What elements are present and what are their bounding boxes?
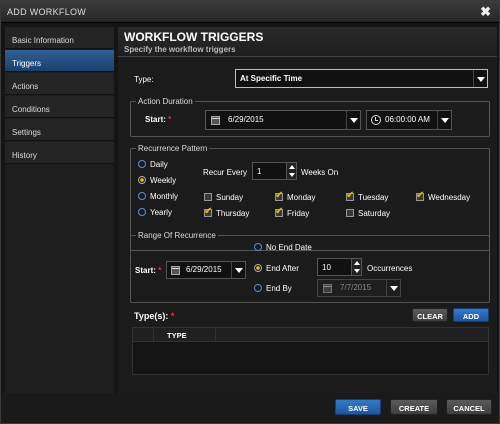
radio-weekly-label: Weekly: [150, 176, 177, 185]
radio-monthly[interactable]: [138, 192, 146, 200]
radio-no-end-date-label: No End Date: [266, 243, 312, 252]
sidebar-item-conditions[interactable]: Conditions: [5, 96, 114, 118]
type-label: Type:: [134, 75, 154, 84]
checkbox-saturday[interactable]: [346, 209, 354, 217]
panel-header: WORKFLOW TRIGGERS Specify the workflow t…: [118, 27, 497, 57]
checkbox-tuesday-label: Tuesday: [358, 193, 389, 202]
checkbox-monday-label: Monday: [287, 193, 316, 202]
dialog-footer: SAVE CREATE CANCEL: [1, 393, 499, 423]
radio-end-by-label: End By: [266, 284, 292, 293]
radio-no-end-date[interactable]: [254, 243, 262, 251]
action-duration-group: Action Duration Start: * 6/29/2015 06:00…: [130, 97, 490, 137]
chevron-down-icon: [386, 280, 400, 296]
calendar-icon: [211, 116, 220, 125]
checkbox-friday-label: Friday: [287, 209, 310, 218]
dialog-title: ADD WORKFLOW: [7, 7, 87, 17]
end-by-date-value: 7/7/2015: [340, 283, 372, 292]
checkbox-friday[interactable]: [275, 206, 283, 217]
start-time-value: 06:00:00 AM: [385, 115, 430, 124]
sidebar: Basic Information Triggers Actions Condi…: [5, 27, 114, 393]
start-time-picker[interactable]: 06:00:00 AM: [366, 110, 452, 130]
occurrences-label: Occurrences: [367, 264, 413, 273]
triggers-panel: WORKFLOW TRIGGERS Specify the workflow t…: [118, 27, 497, 393]
recurrence-legend: Recurrence Pattern: [136, 144, 210, 153]
recur-every-value: 1: [257, 167, 262, 176]
increment-icon[interactable]: [286, 163, 296, 171]
radio-yearly-label: Yearly: [150, 208, 172, 217]
calendar-icon: [171, 266, 180, 275]
sidebar-item-triggers[interactable]: Triggers: [5, 50, 114, 72]
action-duration-legend: Action Duration: [136, 97, 195, 106]
sidebar-item-actions[interactable]: Actions: [5, 73, 114, 95]
close-icon[interactable]: ✖: [480, 4, 491, 20]
chevron-down-icon: [437, 111, 451, 129]
checkbox-tuesday[interactable]: [346, 190, 354, 201]
checkbox-sunday[interactable]: [204, 193, 212, 201]
types-label: Type(s): *: [134, 311, 175, 321]
sidebar-item-label: Settings: [12, 128, 41, 137]
type-select-value: At Specific Time: [240, 74, 303, 83]
radio-end-after-label: End After: [266, 264, 299, 273]
clock-icon: [371, 115, 381, 125]
checkbox-wednesday[interactable]: [416, 190, 424, 201]
sidebar-item-label: Triggers: [12, 59, 42, 68]
increment-icon[interactable]: [351, 259, 361, 267]
cancel-button[interactable]: CANCEL: [446, 399, 492, 415]
sidebar-item-label: Basic Information: [12, 36, 74, 45]
page-title: WORKFLOW TRIGGERS: [124, 30, 264, 44]
page-subtitle: Specify the workflow triggers: [124, 45, 236, 54]
sidebar-item-history[interactable]: History: [5, 142, 114, 164]
range-of-recurrence-group: Range Of Recurrence Start: * 6/29/2015 N…: [130, 231, 490, 303]
column-divider: [153, 328, 154, 342]
checkbox-saturday-label: Saturday: [358, 209, 391, 218]
recur-every-label: Recur Every: [203, 168, 248, 177]
save-button[interactable]: SAVE: [335, 399, 381, 415]
radio-end-by[interactable]: [254, 284, 262, 292]
radio-weekly[interactable]: [138, 176, 146, 184]
column-divider: [215, 328, 216, 342]
calendar-icon: [323, 284, 332, 293]
checkbox-monday[interactable]: [275, 190, 283, 201]
sidebar-item-label: History: [12, 151, 37, 160]
radio-end-after[interactable]: [254, 264, 262, 272]
type-select[interactable]: At Specific Time: [235, 69, 488, 88]
checkbox-wednesday-label: Wednesday: [428, 193, 471, 202]
range-legend: Range Of Recurrence: [136, 231, 218, 240]
dialog-titlebar: ADD WORKFLOW ✖: [1, 1, 499, 23]
clear-button[interactable]: CLEAR: [412, 308, 448, 322]
chevron-down-icon: [346, 111, 360, 129]
add-type-button[interactable]: ADD: [453, 308, 489, 322]
start-date-picker[interactable]: 6/29/2015: [205, 110, 361, 130]
types-table: TYPE: [132, 327, 489, 375]
chevron-down-icon: [473, 70, 487, 87]
weeks-on-label: Weeks On: [301, 168, 339, 177]
start-label: Start: *: [145, 115, 172, 124]
checkbox-sunday-label: Sunday: [216, 193, 244, 202]
end-by-date-picker[interactable]: 7/7/2015: [317, 279, 401, 297]
radio-monthly-label: Monthly: [150, 192, 179, 201]
create-button[interactable]: CREATE: [390, 399, 438, 415]
sidebar-item-label: Actions: [12, 82, 39, 91]
radio-yearly[interactable]: [138, 208, 146, 216]
table-header: TYPE: [133, 328, 488, 342]
chevron-down-icon: [231, 262, 245, 278]
end-after-value: 10: [322, 263, 331, 272]
sidebar-item-label: Conditions: [12, 105, 50, 114]
radio-daily[interactable]: [138, 160, 146, 168]
recur-every-stepper[interactable]: 1: [252, 162, 297, 180]
end-after-stepper[interactable]: 10: [317, 258, 362, 276]
sidebar-item-settings[interactable]: Settings: [5, 119, 114, 141]
radio-daily-label: Daily: [150, 160, 168, 169]
range-start-date-value: 6/29/2015: [186, 265, 222, 274]
range-start-label: Start: *: [135, 266, 162, 275]
add-workflow-dialog: ADD WORKFLOW ✖ Basic Information Trigger…: [0, 0, 500, 424]
decrement-icon[interactable]: [286, 171, 296, 179]
column-header-type[interactable]: TYPE: [167, 331, 187, 340]
decrement-icon[interactable]: [351, 267, 361, 275]
checkbox-thursday-label: Thursday: [216, 209, 250, 218]
sidebar-item-basic-information[interactable]: Basic Information: [5, 27, 114, 49]
checkbox-thursday[interactable]: [204, 206, 212, 217]
start-date-value: 6/29/2015: [228, 115, 264, 124]
range-start-date-picker[interactable]: 6/29/2015: [166, 261, 246, 279]
